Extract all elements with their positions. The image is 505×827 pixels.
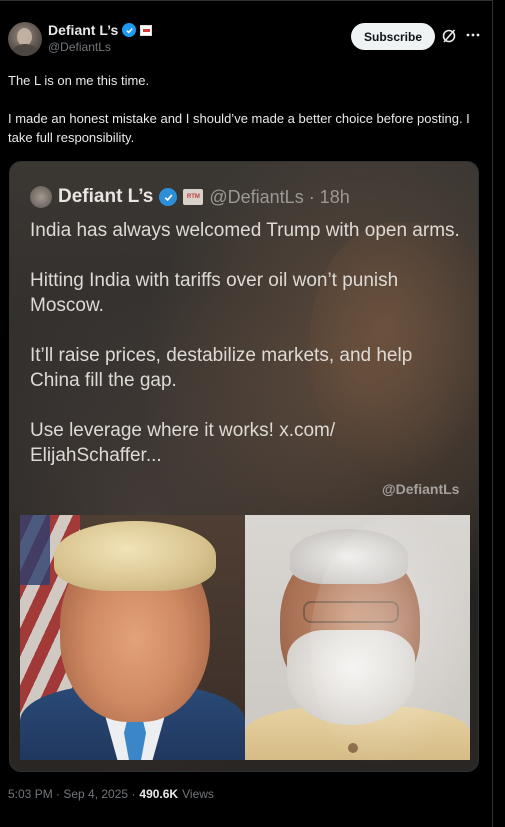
post-timestamp[interactable]: 5:03 PM · Sep 4, 2025 · (8, 787, 135, 801)
views-count: 490.6K (139, 787, 179, 801)
affiliate-badge-icon[interactable] (140, 24, 153, 36)
embedded-paragraph: Hitting India with tariffs over oil won’… (30, 270, 399, 316)
embedded-paragraph: It’ll raise prices, destabilize markets,… (30, 345, 413, 391)
verified-badge-icon (122, 23, 137, 37)
author-handle[interactable]: @DefiantLs (48, 40, 111, 54)
photo-left-portrait (20, 515, 245, 760)
embedded-author-name: Defiant L’s (58, 186, 154, 207)
post-paragraph: I made an honest mistake and I should’ve… (8, 111, 470, 145)
author-display-name[interactable]: Defiant L’s (48, 22, 118, 38)
post-media-image[interactable]: Defiant L’s RTM @DefiantLs · 18h India h… (9, 161, 479, 772)
post-text: The L is on me this time. I made an hone… (8, 71, 478, 147)
avatar-body (12, 44, 38, 56)
portrait-hair (54, 521, 216, 591)
post-header: Defiant L’s @DefiantLs Subscribe (8, 20, 484, 60)
embedded-tweet-header: Defiant L’s RTM @DefiantLs · 18h (30, 186, 350, 208)
embedded-paragraph: India has always welcomed Trump with ope… (30, 220, 460, 241)
embedded-tweet-text: India has always welcomed Trump with ope… (30, 218, 460, 468)
views-label: Views (182, 787, 214, 801)
photo-glare (310, 517, 478, 771)
column-border (492, 0, 493, 827)
post-meta: 5:03 PM · Sep 4, 2025 · 490.6K Views (8, 787, 214, 801)
more-icon[interactable] (465, 26, 481, 44)
author-name-row: Defiant L’s (48, 22, 153, 38)
flag-canton (20, 515, 50, 585)
avatar[interactable] (8, 22, 42, 56)
subscribe-button[interactable]: Subscribe (351, 23, 435, 50)
top-divider (0, 0, 493, 1)
post-paragraph: The L is on me this time. (8, 73, 150, 88)
embedded-verified-icon (159, 188, 178, 206)
embedded-watermark: @DefiantLs (382, 481, 460, 497)
embedded-affiliate-badge-icon: RTM (183, 189, 204, 205)
embedded-paragraph: Use leverage where it works! x.com/ Elij… (30, 420, 336, 466)
grok-icon[interactable] (441, 28, 457, 44)
embedded-handle-time: @DefiantLs · 18h (209, 186, 350, 207)
embedded-avatar (30, 186, 52, 208)
